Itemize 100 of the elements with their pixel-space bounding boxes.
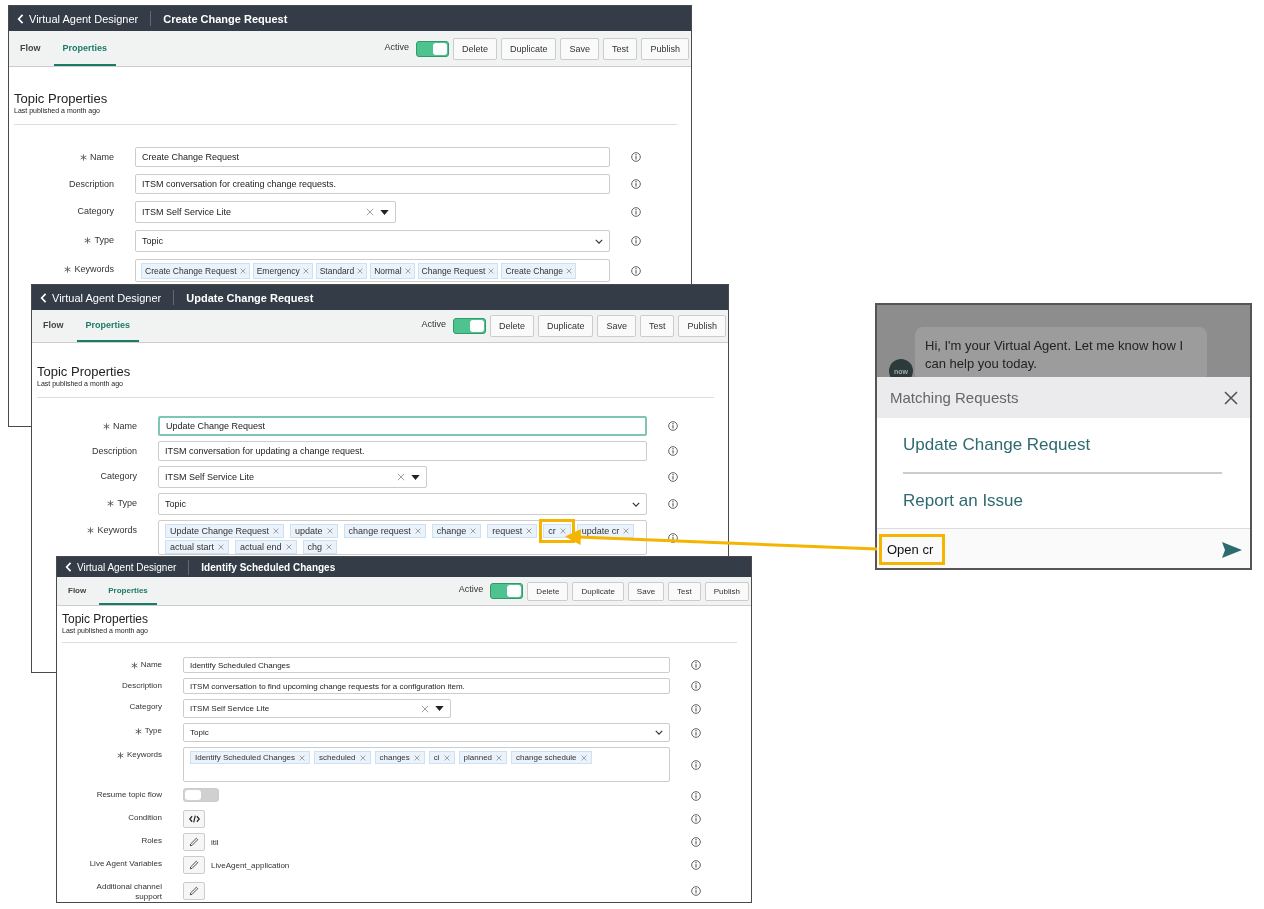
text-field[interactable]: ITSM conversation to find upcoming change requests for a configuration item. — [183, 678, 670, 694]
toolbar-button[interactable]: Publish — [641, 37, 689, 60]
toolbar-button[interactable]: Duplicate — [537, 315, 594, 337]
back-link[interactable]: Virtual Agent Designer — [65, 561, 177, 573]
back-link[interactable]: Virtual Agent Designer — [40, 291, 162, 304]
clear-icon[interactable] — [366, 208, 375, 216]
type-dropdown[interactable]: Topic — [183, 723, 670, 742]
info-icon[interactable] — [691, 860, 701, 870]
remove-icon[interactable] — [470, 528, 477, 534]
info-icon[interactable] — [691, 681, 701, 691]
remove-icon[interactable] — [526, 528, 533, 534]
remove-icon[interactable] — [580, 754, 587, 761]
toolbar-button[interactable]: Delete — [527, 581, 569, 601]
category-select[interactable]: ITSM Self Service Lite — [135, 201, 397, 223]
clear-icon[interactable] — [420, 704, 429, 713]
type-dropdown[interactable]: Topic — [158, 493, 647, 515]
toolbar-button[interactable]: Publish — [704, 581, 749, 601]
tab[interactable]: Properties — [99, 577, 157, 605]
remove-icon[interactable] — [623, 528, 630, 534]
remove-icon[interactable] — [404, 268, 411, 274]
remove-icon[interactable] — [326, 544, 333, 550]
condition-button[interactable] — [183, 810, 205, 828]
toggle-switch[interactable] — [183, 788, 219, 802]
toolbar-button[interactable]: Duplicate — [572, 581, 624, 601]
tab[interactable]: Flow — [11, 31, 50, 66]
toolbar-button[interactable]: Test — [639, 315, 675, 337]
text-field[interactable]: Create Change Request — [135, 147, 610, 167]
text-field[interactable]: ITSM conversation for creating change requests. — [135, 174, 610, 194]
topic-title: Identify Scheduled Changes — [201, 561, 336, 573]
info-icon[interactable] — [691, 885, 701, 896]
remove-icon[interactable] — [357, 268, 364, 274]
remove-icon[interactable] — [326, 528, 333, 534]
remove-icon[interactable] — [299, 754, 306, 761]
edit-button[interactable] — [183, 856, 205, 874]
tab[interactable]: Flow — [34, 310, 73, 342]
remove-icon[interactable] — [443, 754, 450, 761]
info-icon[interactable] — [668, 532, 678, 543]
remove-icon[interactable] — [496, 754, 503, 761]
remove-icon[interactable] — [559, 528, 566, 534]
matching-request-item[interactable]: Report an Issue — [903, 474, 1222, 528]
matching-request-item[interactable]: Update Change Request — [903, 418, 1222, 472]
remove-icon[interactable] — [239, 268, 246, 274]
active-toggle[interactable] — [415, 40, 449, 57]
remove-icon[interactable] — [302, 268, 309, 274]
info-icon[interactable] — [691, 837, 701, 847]
text-field[interactable]: Identify Scheduled Changes — [183, 657, 670, 673]
toolbar-button[interactable]: Publish — [678, 315, 726, 337]
tab[interactable]: Properties — [53, 31, 117, 66]
toolbar-button[interactable]: Save — [627, 581, 665, 601]
back-link[interactable]: Virtual Agent Designer — [17, 12, 139, 25]
info-icon[interactable] — [668, 472, 678, 482]
keywords-field[interactable]: Update Change Request update change request change request cr update cr actual start actual end chg — [158, 520, 647, 555]
info-icon[interactable] — [691, 660, 701, 670]
category-select[interactable]: ITSM Self Service Lite — [158, 466, 427, 488]
active-toggle[interactable] — [452, 318, 486, 334]
remove-icon[interactable] — [413, 754, 420, 761]
toolbar-button[interactable]: Save — [597, 315, 636, 337]
clear-icon[interactable] — [396, 473, 405, 481]
tab[interactable]: Properties — [76, 310, 140, 342]
info-icon[interactable] — [691, 791, 701, 801]
field-label: Description — [68, 179, 114, 189]
remove-icon[interactable] — [218, 544, 225, 550]
info-icon[interactable] — [691, 703, 701, 714]
info-icon[interactable] — [631, 207, 641, 217]
keywords-field[interactable]: Identify Scheduled Changes scheduled changes ci planned change schedule — [183, 747, 670, 782]
active-toggle[interactable] — [490, 583, 524, 599]
category-select[interactable]: ITSM Self Service Lite — [183, 699, 451, 718]
remove-icon[interactable] — [414, 528, 421, 534]
edit-button[interactable] — [183, 881, 205, 900]
info-icon[interactable] — [631, 236, 641, 246]
remove-icon[interactable] — [488, 268, 495, 274]
keywords-field[interactable]: Create Change Request Emergency Standard Normal Change Request Create Change — [135, 259, 610, 282]
info-icon[interactable] — [631, 152, 641, 162]
info-icon[interactable] — [691, 814, 701, 824]
close-icon[interactable] — [1224, 390, 1238, 405]
info-icon[interactable] — [668, 421, 678, 431]
text-field[interactable]: ITSM conversation for updating a change request. — [158, 441, 647, 461]
info-icon[interactable] — [691, 727, 701, 738]
chat-input[interactable]: Open cr — [885, 542, 939, 557]
toolbar-button[interactable]: Save — [560, 37, 599, 60]
info-icon[interactable] — [631, 265, 641, 276]
remove-icon[interactable] — [566, 268, 573, 274]
text-field[interactable]: Update Change Request — [158, 416, 647, 436]
toolbar-button[interactable]: Test — [602, 37, 638, 60]
toolbar-button[interactable]: Test — [668, 581, 701, 601]
remove-icon[interactable] — [359, 754, 366, 761]
keyword-text: chg — [307, 542, 323, 552]
toolbar-button[interactable]: Duplicate — [500, 37, 557, 60]
toolbar-button[interactable]: Delete — [489, 315, 534, 337]
remove-icon[interactable] — [273, 528, 280, 534]
tab[interactable]: Flow — [59, 577, 96, 605]
info-icon[interactable] — [668, 499, 678, 509]
edit-button[interactable] — [183, 833, 205, 851]
info-icon[interactable] — [691, 759, 701, 770]
remove-icon[interactable] — [285, 544, 292, 550]
info-icon[interactable] — [668, 446, 678, 456]
toolbar-button[interactable]: Delete — [452, 37, 497, 60]
type-dropdown[interactable]: Topic — [135, 230, 610, 252]
info-icon[interactable] — [631, 179, 641, 189]
send-icon[interactable] — [1222, 541, 1242, 558]
